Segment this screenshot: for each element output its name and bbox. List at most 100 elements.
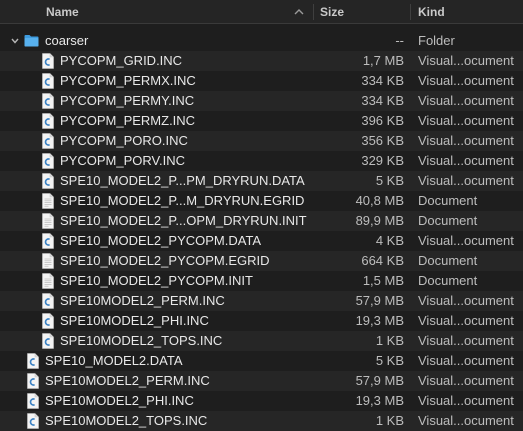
file-size: 664 KB — [361, 253, 404, 268]
column-divider[interactable] — [313, 4, 314, 20]
file-row[interactable]: PYCOPM_GRID.INC 1,7 MB Visual...ocument — [0, 51, 523, 71]
file-size: 57,9 MB — [355, 373, 404, 388]
vscode-doc-icon — [42, 153, 54, 169]
file-kind: Visual...ocument — [418, 413, 514, 428]
file-name: SPE10_MODEL2_PYCOPM.DATA — [60, 233, 262, 248]
file-name: PYCOPM_PORV.INC — [60, 153, 185, 168]
vscode-doc-icon — [42, 73, 54, 89]
vscode-doc-icon — [42, 173, 54, 189]
file-name: PYCOPM_PORO.INC — [60, 133, 188, 148]
file-row[interactable]: PYCOPM_PERMX.INC 334 KB Visual...ocument — [0, 71, 523, 91]
file-size: 5 KB — [375, 353, 404, 368]
file-name: PYCOPM_PERMZ.INC — [60, 113, 196, 128]
file-size: 334 KB — [361, 73, 404, 88]
plain-doc-icon — [42, 193, 54, 209]
vscode-doc-icon — [42, 113, 54, 129]
column-name-header[interactable]: Name — [46, 0, 79, 24]
plain-doc-icon — [42, 273, 54, 289]
file-name: SPE10MODEL2_TOPS.INC — [60, 333, 223, 348]
vscode-doc-icon — [27, 373, 39, 389]
file-size: 396 KB — [361, 113, 404, 128]
file-kind: Visual...ocument — [418, 173, 514, 188]
column-size-header[interactable]: Size — [320, 0, 344, 24]
file-kind: Document — [418, 213, 478, 228]
file-row[interactable]: SPE10_MODEL2_P...M_DRYRUN.EGRID 40,8 MB Do… — [0, 191, 523, 211]
file-size: 40,8 MB — [355, 193, 404, 208]
file-name: SPE10_MODEL2_P...OPM_DRYRUN.INIT — [60, 213, 307, 228]
file-row[interactable]: SPE10MODEL2_PHI.INC 19,3 MB Visual...ocume… — [0, 391, 523, 411]
file-row[interactable]: PYCOPM_PORO.INC 356 KB Visual...ocument — [0, 131, 523, 151]
file-row[interactable]: SPE10MODEL2_PERM.INC 57,9 MB Visual...ocum… — [0, 291, 523, 311]
file-kind: Visual...ocument — [418, 133, 514, 148]
vscode-doc-icon — [42, 333, 54, 349]
file-row[interactable]: SPE10_MODEL2.DATA 5 KB Visual...ocument — [0, 351, 523, 371]
file-kind: Visual...ocument — [418, 93, 514, 108]
vscode-doc-icon — [27, 393, 39, 409]
file-size: 356 KB — [361, 133, 404, 148]
file-row[interactable]: SPE10_MODEL2_PYCOPM.EGRID 664 KB Document — [0, 251, 523, 271]
column-header: Name Size Kind — [0, 0, 523, 24]
file-size: 19,3 MB — [355, 393, 404, 408]
file-size: 334 KB — [361, 93, 404, 108]
file-row[interactable]: PYCOPM_PORV.INC 329 KB Visual...ocument — [0, 151, 523, 171]
file-row[interactable]: SPE10MODEL2_TOPS.INC 1 KB Visual...ocument — [0, 411, 523, 431]
file-size: 57,9 MB — [355, 293, 404, 308]
vscode-doc-icon — [42, 233, 54, 249]
file-name: SPE10MODEL2_TOPS.INC — [45, 413, 208, 428]
file-kind: Document — [418, 253, 478, 268]
folder-kind: Folder — [418, 33, 455, 48]
file-row[interactable]: SPE10_MODEL2_PYCOPM.INIT 1,5 MB Document — [0, 271, 523, 291]
file-kind: Visual...ocument — [418, 393, 514, 408]
file-kind: Visual...ocument — [418, 333, 514, 348]
plain-doc-icon — [42, 253, 54, 269]
file-row[interactable]: SPE10_MODEL2_PYCOPM.DATA 4 KB Visual...ocu… — [0, 231, 523, 251]
file-name: SPE10MODEL2_PHI.INC — [45, 393, 194, 408]
file-kind: Visual...ocument — [418, 293, 514, 308]
folder-row-coarser[interactable]: coarser -- Folder — [0, 31, 523, 51]
file-row[interactable]: PYCOPM_PERMY.INC 334 KB Visual...ocument — [0, 91, 523, 111]
file-name: SPE10MODEL2_PERM.INC — [60, 293, 225, 308]
file-name: SPE10_MODEL2_P...M_DRYRUN.EGRID — [60, 193, 305, 208]
file-name: PYCOPM_PERMX.INC — [60, 73, 196, 88]
file-size: 1,5 MB — [362, 273, 404, 288]
file-size: 1,7 MB — [362, 53, 404, 68]
file-kind: Visual...ocument — [418, 53, 514, 68]
column-divider[interactable] — [410, 4, 411, 20]
file-kind: Visual...ocument — [418, 353, 514, 368]
vscode-doc-icon — [27, 413, 39, 429]
file-name: SPE10_MODEL2_PYCOPM.EGRID — [60, 253, 270, 268]
file-row[interactable]: PYCOPM_PERMZ.INC 396 KB Visual...ocument — [0, 111, 523, 131]
folder-name: coarser — [45, 33, 89, 48]
file-name: SPE10_MODEL2.DATA — [45, 353, 183, 368]
file-kind: Visual...ocument — [418, 73, 514, 88]
sort-ascending-icon[interactable] — [292, 5, 306, 19]
vscode-doc-icon — [42, 133, 54, 149]
file-size: 5 KB — [375, 173, 404, 188]
file-size: 4 KB — [375, 233, 404, 248]
file-row[interactable]: SPE10MODEL2_PHI.INC 19,3 MB Visual...ocume… — [0, 311, 523, 331]
file-row[interactable]: SPE10_MODEL2_P...OPM_DRYRUN.INIT 89,9 MB D… — [0, 211, 523, 231]
file-size: 329 KB — [361, 153, 404, 168]
file-kind: Visual...ocument — [418, 113, 514, 128]
file-name: PYCOPM_GRID.INC — [60, 53, 183, 68]
file-name: SPE10MODEL2_PERM.INC — [45, 373, 210, 388]
file-name: SPE10_MODEL2_PYCOPM.INIT — [60, 273, 253, 288]
file-size: 1 KB — [375, 413, 404, 428]
file-kind: Visual...ocument — [418, 313, 514, 328]
disclosure-expanded-icon[interactable] — [10, 36, 20, 46]
column-kind-header[interactable]: Kind — [418, 0, 445, 24]
file-name: SPE10MODEL2_PHI.INC — [60, 313, 209, 328]
file-size: 89,9 MB — [355, 213, 404, 228]
file-kind: Document — [418, 273, 478, 288]
vscode-doc-icon — [42, 53, 54, 69]
vscode-doc-icon — [42, 293, 54, 309]
file-kind: Visual...ocument — [418, 233, 514, 248]
vscode-doc-icon — [27, 353, 39, 369]
file-row[interactable]: SPE10MODEL2_PERM.INC 57,9 MB Visual...ocum… — [0, 371, 523, 391]
vscode-doc-icon — [42, 93, 54, 109]
folder-icon — [24, 35, 39, 47]
file-row[interactable]: SPE10_MODEL2_P...PM_DRYRUN.DATA 5 KB Visua… — [0, 171, 523, 191]
folder-size: -- — [395, 33, 404, 48]
file-size: 19,3 MB — [355, 313, 404, 328]
file-row[interactable]: SPE10MODEL2_TOPS.INC 1 KB Visual...ocument — [0, 331, 523, 351]
